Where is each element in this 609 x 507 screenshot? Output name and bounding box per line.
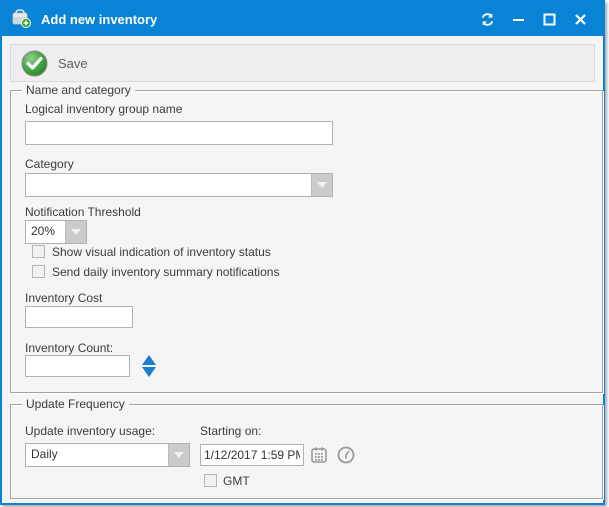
- category-label: Category: [25, 157, 74, 171]
- save-button[interactable]: Save: [11, 45, 98, 81]
- visual-indication-checkbox[interactable]: [32, 245, 45, 258]
- gmt-label: GMT: [223, 474, 250, 488]
- chevron-down-icon: [317, 182, 327, 188]
- usage-dropdown-button[interactable]: [168, 444, 189, 466]
- name-category-legend: Name and category: [22, 83, 135, 97]
- name-category-group: Name and category Logical inventory grou…: [10, 90, 603, 393]
- calendar-icon[interactable]: [311, 447, 327, 468]
- window-controls: [476, 2, 591, 36]
- daily-summary-label: Send daily inventory summary notificatio…: [52, 265, 279, 279]
- inventory-count-input[interactable]: [25, 355, 130, 377]
- threshold-dropdown-button[interactable]: [65, 221, 86, 243]
- chevron-down-icon: [174, 452, 184, 458]
- inventory-add-icon: [11, 9, 33, 29]
- inventory-cost-input[interactable]: [25, 306, 133, 328]
- title-bar: Add new inventory: [2, 2, 603, 36]
- window-title: Add new inventory: [41, 12, 157, 27]
- logical-name-input[interactable]: [25, 121, 333, 145]
- spinner-down-icon[interactable]: [142, 367, 156, 377]
- update-frequency-group: Update Frequency Update inventory usage:…: [10, 404, 603, 499]
- clock-icon[interactable]: [337, 446, 355, 469]
- usage-label: Update inventory usage:: [25, 424, 155, 438]
- close-icon[interactable]: [569, 8, 591, 30]
- logical-name-label: Logical inventory group name: [25, 102, 182, 116]
- starting-on-label: Starting on:: [200, 424, 261, 438]
- threshold-selected-value: 20%: [26, 221, 65, 243]
- inventory-cost-label: Inventory Cost: [25, 291, 102, 305]
- save-button-label: Save: [58, 56, 88, 71]
- usage-selected-value: Daily: [26, 444, 168, 466]
- spinner-up-icon[interactable]: [142, 355, 156, 365]
- green-check-circle-icon: [21, 50, 48, 77]
- toolbar: Save: [10, 44, 595, 82]
- maximize-icon[interactable]: [538, 8, 560, 30]
- visual-indication-label: Show visual indication of inventory stat…: [52, 245, 271, 259]
- starting-on-input[interactable]: [200, 444, 304, 466]
- category-selected-value: [26, 174, 311, 196]
- gmt-checkbox[interactable]: [204, 474, 217, 487]
- inventory-count-label: Inventory Count:: [25, 341, 113, 355]
- category-dropdown-button[interactable]: [311, 174, 332, 196]
- category-select[interactable]: [25, 173, 333, 197]
- update-frequency-legend: Update Frequency: [22, 397, 129, 411]
- threshold-select[interactable]: 20%: [25, 220, 87, 244]
- refresh-icon[interactable]: [476, 8, 498, 30]
- threshold-label: Notification Threshold: [25, 205, 141, 219]
- usage-select[interactable]: Daily: [25, 443, 190, 467]
- daily-summary-checkbox[interactable]: [32, 265, 45, 278]
- inventory-count-stepper[interactable]: [142, 354, 156, 378]
- add-inventory-dialog: Add new inventory: [0, 0, 605, 505]
- chevron-down-icon: [71, 229, 81, 235]
- minimize-icon[interactable]: [507, 8, 529, 30]
